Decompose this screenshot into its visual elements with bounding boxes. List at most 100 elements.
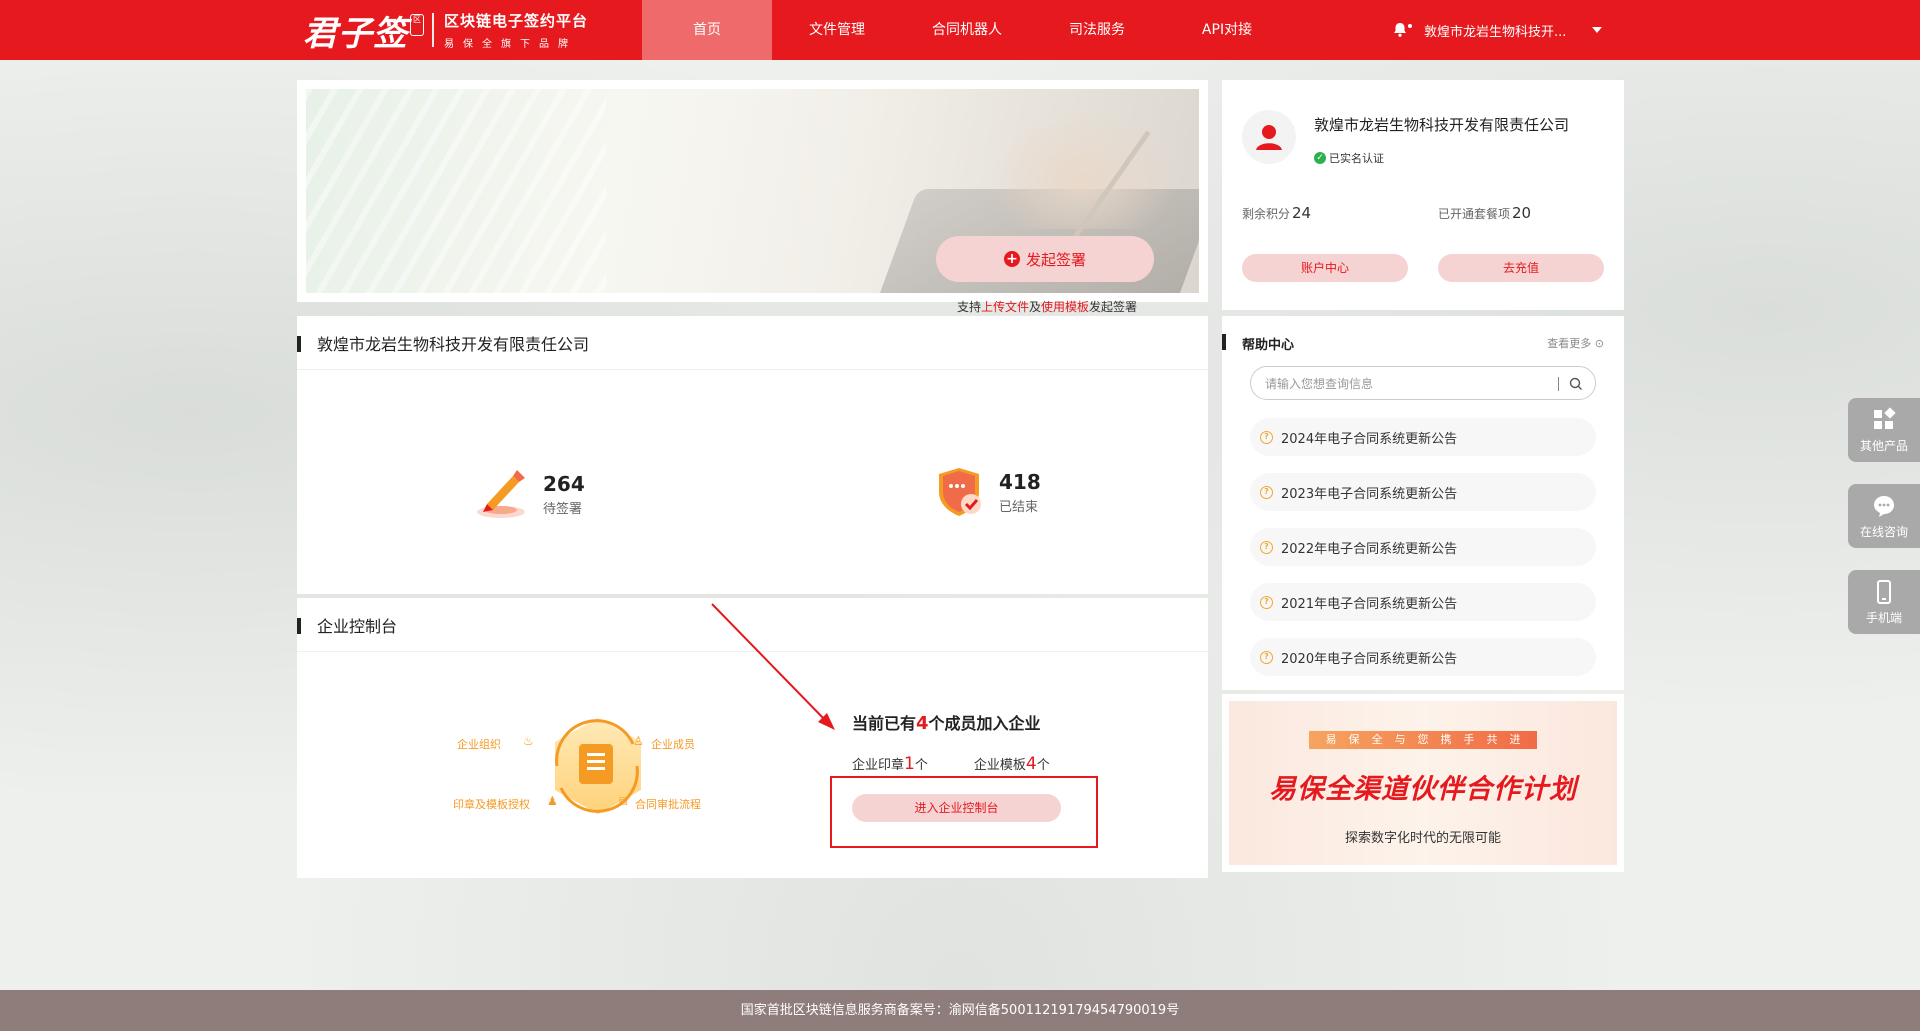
nav-file-management[interactable]: 文件管理 [772, 0, 902, 60]
search-icon[interactable] [1569, 377, 1583, 391]
user-name[interactable]: 敦煌市龙岩生物科技开... [1424, 21, 1566, 40]
top-header: 君子签 区 区块链电子签约平台 易保全旗下品牌 首页 文件管理 合同机器人 司法… [0, 0, 1920, 60]
mobile-icon [1877, 579, 1891, 604]
packages-stat: 已开通套餐项 20 [1438, 204, 1531, 222]
sign-banner: + 发起签署 支持上传文件及使用模板发起签署 [297, 80, 1208, 314]
pending-stat[interactable]: 264 待签署 [473, 464, 585, 524]
promo-inner: 易保全与您携手共进 易保全渠道伙伴合作计划 探索数字化时代的无限可能 [1229, 701, 1617, 865]
notice-title: 2024年电子合同系统更新公告 [1281, 431, 1458, 447]
help-search-input[interactable] [1265, 374, 1555, 394]
banner-light-rays [306, 89, 606, 293]
points-value: 24 [1292, 204, 1312, 222]
member-summary-post: 个成员加入企业 [928, 714, 1041, 733]
bell-icon[interactable] [1392, 22, 1412, 38]
mobile-label: 手机端 [1865, 610, 1902, 625]
hint-text-mid: 及 [1028, 300, 1041, 314]
notice-title: 2020年电子合同系统更新公告 [1281, 651, 1458, 667]
avatar[interactable] [1242, 110, 1296, 164]
highlight-box [830, 776, 1098, 848]
start-sign-label: 发起签署 [1025, 250, 1086, 269]
search-divider [1558, 377, 1559, 391]
seal-count: 1 [904, 754, 915, 774]
online-consult-button[interactable]: 在线咨询 [1848, 484, 1920, 548]
upload-file-link[interactable]: 上传文件 [981, 300, 1029, 314]
seal-label: 企业印章 [852, 758, 905, 773]
approval-icon: ⧉ [619, 794, 628, 808]
template-label: 企业模板 [973, 758, 1026, 773]
banner-hand [986, 109, 1176, 229]
arrow-right-icon: ⊙ [1594, 337, 1604, 350]
member-icon: ♙ [633, 734, 644, 748]
mobile-button[interactable]: 手机端 [1848, 570, 1920, 634]
logo-slogan: 易保全旗下品牌 [444, 39, 577, 50]
verified-label: 已实名认证 [1329, 152, 1384, 165]
profile-company-name: 敦煌市龙岩生物科技开发有限责任公司 [1314, 116, 1570, 134]
label-approval: 合同审批流程 [635, 798, 701, 811]
logo-divider [432, 13, 434, 47]
member-count: 4 [916, 713, 929, 734]
notice-item[interactable]: ? 2023年电子合同系统更新公告 [1250, 473, 1596, 511]
packages-value: 20 [1512, 204, 1532, 222]
notice-item[interactable]: ? 2022年电子合同系统更新公告 [1250, 528, 1596, 566]
document-icon [579, 744, 613, 784]
pending-stat-text: 264 待签署 [543, 472, 585, 517]
sign-hint: 支持上传文件及使用模板发起签署 [857, 298, 1237, 315]
nav-judicial-service[interactable]: 司法服务 [1032, 0, 1162, 60]
finished-stat[interactable]: 418 已结束 [933, 464, 1041, 520]
nav-contract-robot[interactable]: 合同机器人 [902, 0, 1032, 60]
template-unit: 个 [1036, 758, 1050, 773]
user-area: 敦煌市龙岩生物科技开... [1392, 0, 1603, 60]
stamp-icon: ♟ [547, 794, 558, 808]
points-label: 剩余积分 [1242, 207, 1291, 221]
help-center-card: 帮助中心 查看更多 ⊙ ? 2024年电子合同系统更新公告 ? 2023年电子合同系… [1221, 316, 1624, 690]
start-sign-button[interactable]: + 发起签署 [936, 236, 1154, 282]
chevron-down-icon[interactable] [1592, 27, 1603, 33]
label-org: 企业组织 [457, 738, 501, 751]
online-consult-label: 在线咨询 [1859, 524, 1908, 539]
finished-label: 已结束 [999, 499, 1039, 515]
member-summary-pre: 当前已有 [852, 714, 917, 733]
notice-icon: ? [1260, 540, 1273, 554]
finished-count: 418 [999, 469, 1041, 494]
enterprise-console-card: 企业控制台 企业组织 ♨ ♙ 企业成员 印章及模板授权 ♟ ⧉ 合同审批流程 当… [297, 598, 1208, 878]
pending-count: 264 [543, 471, 585, 496]
use-template-link[interactable]: 使用模板 [1041, 300, 1089, 314]
pending-label: 待签署 [543, 501, 583, 517]
chat-icon [1874, 495, 1894, 517]
notice-icon: ? [1260, 485, 1273, 499]
view-more-label: 查看更多 [1547, 337, 1592, 350]
account-center-button[interactable]: 账户中心 [1242, 254, 1408, 282]
footer: 国家首批区块链信息服务商备案号：渝网信备50011219179454790019… [0, 990, 1920, 1031]
logo-subtitle: 区块链电子签约平台 易保全旗下品牌 [444, 10, 588, 50]
other-products-label: 其他产品 [1859, 438, 1908, 453]
logo-platform-title: 区块链电子签约平台 [444, 12, 589, 30]
notice-icon: ? [1260, 595, 1273, 609]
notice-icon: ? [1260, 430, 1273, 444]
notice-title: 2023年电子合同系统更新公告 [1281, 486, 1458, 502]
member-summary: 当前已有4个成员加入企业 [852, 710, 1050, 734]
other-products-button[interactable]: 其他产品 [1848, 398, 1920, 462]
notice-item[interactable]: ? 2021年电子合同系统更新公告 [1250, 583, 1596, 621]
notice-title: 2022年电子合同系统更新公告 [1281, 541, 1458, 557]
help-title: 帮助中心 [1221, 334, 1294, 353]
company-stats-card: 敦煌市龙岩生物科技开发有限责任公司 264 待签署 418 已结束 [297, 316, 1208, 594]
company-title: 敦煌市龙岩生物科技开发有限责任公司 [297, 316, 1208, 370]
recharge-button[interactable]: 去充值 [1438, 254, 1604, 282]
label-seal-auth: 印章及模板授权 [453, 798, 530, 811]
logo-brand-text: 君子签 [303, 13, 408, 54]
logo[interactable]: 君子签 区 区块链电子签约平台 易保全旗下品牌 [303, 10, 588, 54]
nav-home[interactable]: 首页 [642, 0, 772, 60]
verified-badge: ✓ 已实名认证 [1314, 150, 1384, 166]
nav-api[interactable]: API对接 [1162, 0, 1292, 60]
view-more-link[interactable]: 查看更多 ⊙ [1547, 335, 1604, 351]
notice-item[interactable]: ? 2020年电子合同系统更新公告 [1250, 638, 1596, 676]
label-members: 企业成员 [651, 738, 695, 751]
promo-tag: 易保全与您携手共进 [1309, 731, 1537, 749]
notice-item[interactable]: ? 2024年电子合同系统更新公告 [1250, 418, 1596, 456]
template-count-item: 企业模板4个 [974, 754, 1050, 774]
plus-icon: + [1003, 251, 1020, 267]
shield-check-icon [939, 468, 981, 516]
partner-promo-banner[interactable]: 易保全与您携手共进 易保全渠道伙伴合作计划 探索数字化时代的无限可能 [1222, 694, 1624, 872]
hint-text-post: 发起签署 [1089, 300, 1138, 314]
points-stat: 剩余积分 24 [1242, 204, 1311, 222]
